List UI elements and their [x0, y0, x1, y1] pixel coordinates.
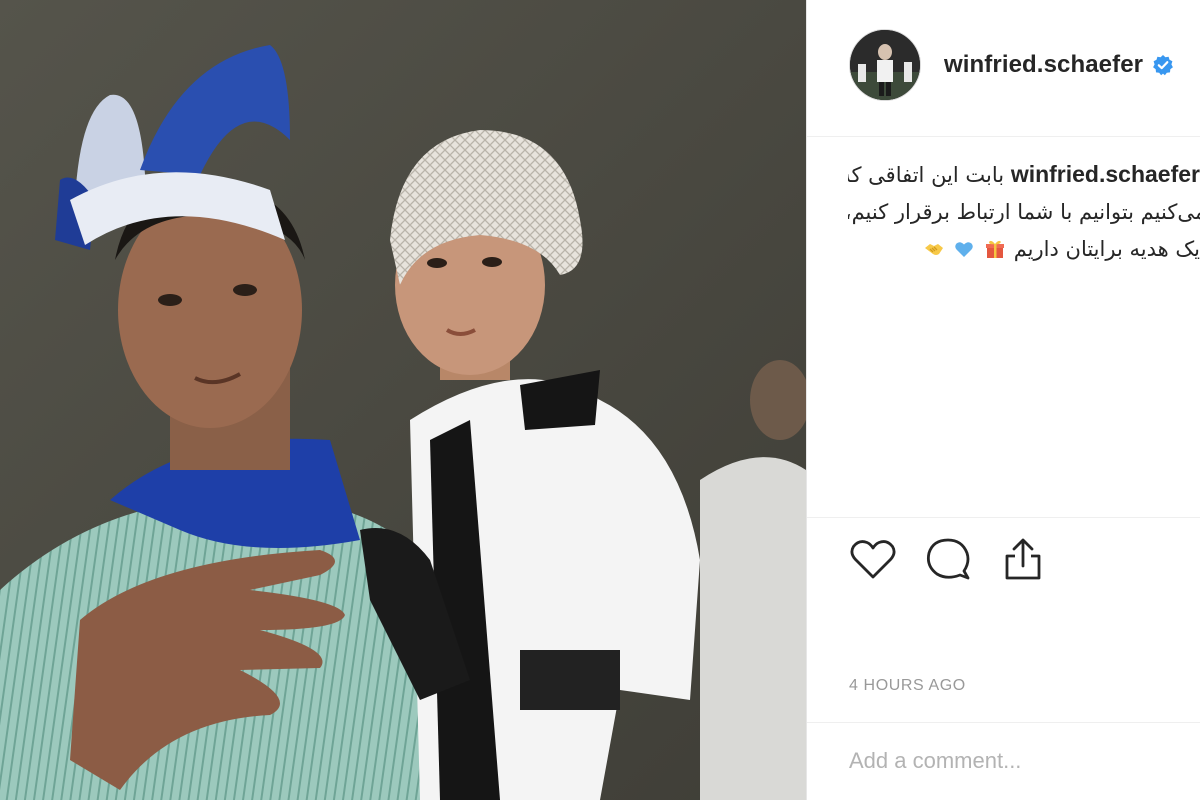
post-header: winfried.schaefer: [849, 27, 1174, 102]
caption-separator: [807, 517, 1200, 518]
gift-emoji-icon: [986, 240, 1005, 258]
author-username[interactable]: winfried.schaefer: [944, 51, 1143, 79]
caption-line-2: سعی می‌کنیم بتوانیم با شما ارتباط برقرار…: [848, 194, 1200, 231]
caption-text-3: یک هدیه برایتان داریم: [1013, 237, 1200, 261]
avatar-image: [850, 29, 920, 100]
share-button[interactable]: [999, 535, 1047, 583]
handshake-emoji-icon: [924, 244, 943, 255]
speech-bubble-icon: [926, 538, 970, 580]
post-timestamp[interactable]: 4 HOURS AGO: [849, 677, 966, 695]
like-button[interactable]: [849, 535, 897, 583]
verified-badge-icon: [1153, 54, 1174, 75]
instagram-post: winfried.schaefer winfried.schaefer بابت…: [0, 0, 1200, 800]
caption-text-2: سعی می‌کنیم بتوانیم با شما ارتباط برقرار…: [848, 200, 1200, 224]
post-caption: winfried.schaefer بابت این اتفاقی که سعی…: [848, 156, 1200, 268]
blue-heart-emoji-icon: [955, 242, 974, 257]
caption-username[interactable]: winfried.schaefer: [1011, 161, 1200, 187]
post-image: [0, 0, 806, 800]
caption-text-1: بابت این اتفاقی که: [848, 163, 1005, 187]
comment-separator: [807, 722, 1200, 723]
caption-line-1: winfried.schaefer بابت این اتفاقی که: [848, 156, 1200, 194]
post-photo[interactable]: [0, 0, 806, 800]
comment-button[interactable]: [924, 535, 972, 583]
action-bar: [849, 535, 1074, 583]
heart-outline-icon: [850, 540, 896, 579]
post-side-panel: winfried.schaefer winfried.schaefer بابت…: [807, 0, 1200, 800]
caption-line-3: یک هدیه برایتان داریم: [848, 231, 1200, 268]
share-upload-icon: [1005, 538, 1041, 580]
avatar[interactable]: [849, 28, 921, 101]
comment-input[interactable]: [849, 748, 1179, 774]
header-separator: [807, 136, 1200, 137]
